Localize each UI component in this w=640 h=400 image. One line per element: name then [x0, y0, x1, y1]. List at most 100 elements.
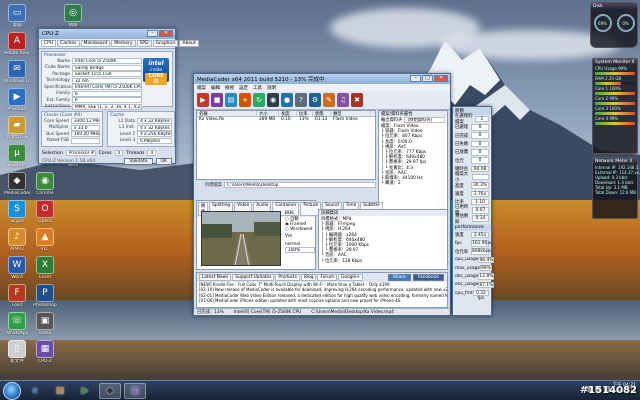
field-value: 6	[72, 90, 142, 97]
desktop-icon[interactable]: ▲ VLC	[32, 228, 58, 252]
file-list[interactable]: 名稱 大小 長度 比率 狀態 類型 Ka Video.flv 289 MB 0:10 13% 01…	[196, 110, 376, 180]
taskbar-app-icon[interactable]: ▶	[74, 383, 96, 399]
desktop-icon[interactable]: F Foxit	[4, 284, 30, 308]
system-monitor-gadget[interactable]: System Monitor II CPU Usage 99% RAM 2.35 …	[592, 58, 638, 154]
stat-value: 98.4%	[478, 256, 495, 264]
desktop-icon[interactable]: ▣ Video	[32, 312, 58, 336]
toolbar-button-icon[interactable]: ■	[211, 93, 223, 107]
meter-line: CPU Usage 99%	[595, 66, 628, 71]
validate-button[interactable]: Validate	[124, 158, 153, 165]
taskbar-app-icon[interactable]: ▦	[124, 382, 146, 399]
tab-spd[interactable]: SPD	[136, 40, 152, 47]
toolbar-button-icon[interactable]: +	[239, 93, 251, 107]
news-link[interactable]: [02-10] New release of MediaCoder is ava…	[197, 287, 447, 292]
news-tab[interactable]: Blog	[300, 274, 317, 281]
field-row: Core Speed 3300.12 MHz	[44, 118, 100, 125]
column-header[interactable]: 名稱	[197, 111, 257, 117]
desktop-icon[interactable]: ▰ 新增資料夾	[4, 116, 30, 140]
table-row[interactable]: Ka Video.flv 289 MB 0:10 13% 01:13 Flash Vide…	[197, 117, 375, 123]
news-tab[interactable]: Products	[275, 274, 300, 281]
cpuz-titlebar[interactable]: CPU-Z – ✕	[39, 29, 175, 39]
desktop-icon[interactable]: ◆ MediaCoder	[4, 172, 30, 196]
disk-gadget[interactable]: Disk 69% 0%	[590, 2, 638, 48]
target-path-input[interactable]: C:\Users\Media\Desktop	[224, 182, 376, 189]
toolbar-button-icon[interactable]: ↻	[253, 93, 265, 107]
column-header[interactable]: 長度	[279, 111, 297, 117]
menu-item[interactable]: 設定	[239, 85, 248, 91]
tab-cpu[interactable]: CPU	[41, 40, 57, 47]
desktop-icon[interactable]: ▯ 新文件	[4, 340, 30, 364]
toolbar-button-icon[interactable]: ▶	[197, 93, 209, 107]
column-header[interactable]: 大小	[257, 111, 279, 117]
minimize-button[interactable]: –	[410, 75, 421, 82]
radio-option[interactable]: ○ Windowed	[285, 227, 315, 232]
maximize-button[interactable]: □	[422, 75, 433, 82]
vid-option[interactable]: Vid	[285, 234, 315, 239]
cores-label: Cores	[98, 150, 112, 156]
toolbar-button-icon[interactable]: ✖	[351, 93, 363, 107]
toolbar-button-icon[interactable]: ⚙	[309, 93, 321, 107]
field-label: Code Name	[44, 65, 70, 71]
output-folder-dropdown[interactable]: (原始資料夾)	[404, 117, 445, 123]
news-tab[interactable]: Google+	[338, 274, 363, 281]
toolbar-button-icon[interactable]: ♫	[337, 93, 349, 107]
summary-tree: 目標格式：MP4 ├ 容器：FFmpeg ├ 視訊：H.264 │ ├ 編碼器：…	[319, 216, 447, 265]
ok-button[interactable]: OK	[155, 158, 172, 165]
column-header[interactable]: 比率	[297, 111, 313, 117]
network-meter-gadget[interactable]: Network Meter II Internal IP: 192.168.1.…	[592, 157, 640, 219]
cpuz-window[interactable]: CPU-Z – ✕ CPU Caches Mainboard Memory SPD Gra…	[38, 28, 199, 165]
mediacoder-titlebar[interactable]: MediaCoder x64 2011 build 5210 - 13% 完成中…	[194, 74, 450, 84]
tab-mainboard[interactable]: Mainboard	[80, 40, 111, 47]
toolbar-button-icon[interactable]: ▤	[225, 93, 237, 107]
desktop-icon[interactable]: O Opera	[32, 200, 58, 224]
news-link[interactable]: [01-06] MediaCoder iPhone edition update…	[197, 298, 447, 303]
news-tab[interactable]: Support Updates	[232, 274, 275, 281]
menu-item[interactable]: 工具	[253, 85, 262, 91]
toolbar-button-icon[interactable]: ?	[295, 93, 307, 107]
facebook-button[interactable]: Facebook	[412, 274, 444, 281]
desktop-icon[interactable]: ✉Windows Live	[4, 60, 30, 84]
tab-graphics[interactable]: Graphics	[152, 40, 179, 47]
tab-memory[interactable]: Memory	[111, 40, 136, 47]
news-tab[interactable]: Latest News	[199, 274, 232, 281]
start-button[interactable]	[3, 381, 21, 400]
desktop-icon[interactable]: W Word	[4, 256, 30, 280]
mediacoder-window[interactable]: MediaCoder x64 2011 build 5210 - 13% 完成中…	[193, 73, 451, 316]
tab-caches[interactable]: Caches	[57, 40, 80, 47]
menu-item[interactable]: 編輯	[211, 85, 220, 91]
desktop-icon-label: Foxit	[11, 303, 23, 308]
menu-item[interactable]: 說明	[267, 85, 276, 91]
desktop-icon[interactable]: µ uTorrent	[4, 144, 30, 168]
toolbar-button-icon[interactable]: ◉	[267, 93, 279, 107]
column-header[interactable]: 狀態	[313, 111, 331, 117]
close-button[interactable]: ✕	[434, 75, 448, 82]
desktop-icon[interactable]: AAdobe Reader	[4, 32, 30, 56]
taskbar-app-icon[interactable]: ◆	[99, 382, 121, 399]
taskbar-app-icon[interactable]: e	[24, 383, 46, 399]
desktop-icon[interactable]: X Excel	[32, 256, 58, 280]
share-button[interactable]: Share	[387, 274, 411, 281]
toolbar-button-icon[interactable]: ✎	[323, 93, 335, 107]
desktop-icon[interactable]: ◎ 網路	[60, 4, 86, 28]
desktop-icon[interactable]: ▦ CPU-Z	[32, 340, 58, 364]
taskbar-app-icon[interactable]: ▤	[49, 383, 71, 399]
mediacoder-statusbar: 已完成：13% Intel(R) Core(TM) i5-2500K CPU C…	[194, 308, 450, 315]
menu-item[interactable]: 檔案	[197, 85, 206, 91]
news-tab[interactable]: Forum	[317, 274, 338, 281]
selection-dropdown[interactable]: Processor #1	[65, 150, 96, 156]
menu-item[interactable]: 檢視	[225, 85, 234, 91]
column-header[interactable]: 類型	[331, 111, 371, 117]
minimize-button[interactable]: –	[147, 30, 158, 37]
desktop-icon[interactable]: P Photoshop	[32, 284, 58, 308]
desktop-icon[interactable]: ◉ Chrome	[32, 172, 58, 196]
threads-value: 4	[147, 150, 157, 156]
desktop-icon[interactable]: ☏ WhatsApp	[4, 312, 30, 336]
desktop-icon[interactable]: ▶ PPStream	[4, 88, 30, 112]
desktop-icon[interactable]: ▭ 電腦	[4, 4, 30, 28]
desktop-icon[interactable]: ♪ AIMP2	[4, 228, 30, 252]
toolbar-button-icon[interactable]: ●	[281, 93, 293, 107]
zoom-dropdown[interactable]: 100%	[285, 247, 315, 253]
close-button[interactable]: ✕	[159, 30, 173, 37]
tab-about[interactable]: About	[179, 40, 199, 47]
desktop-icon[interactable]: S Skype	[4, 200, 30, 224]
